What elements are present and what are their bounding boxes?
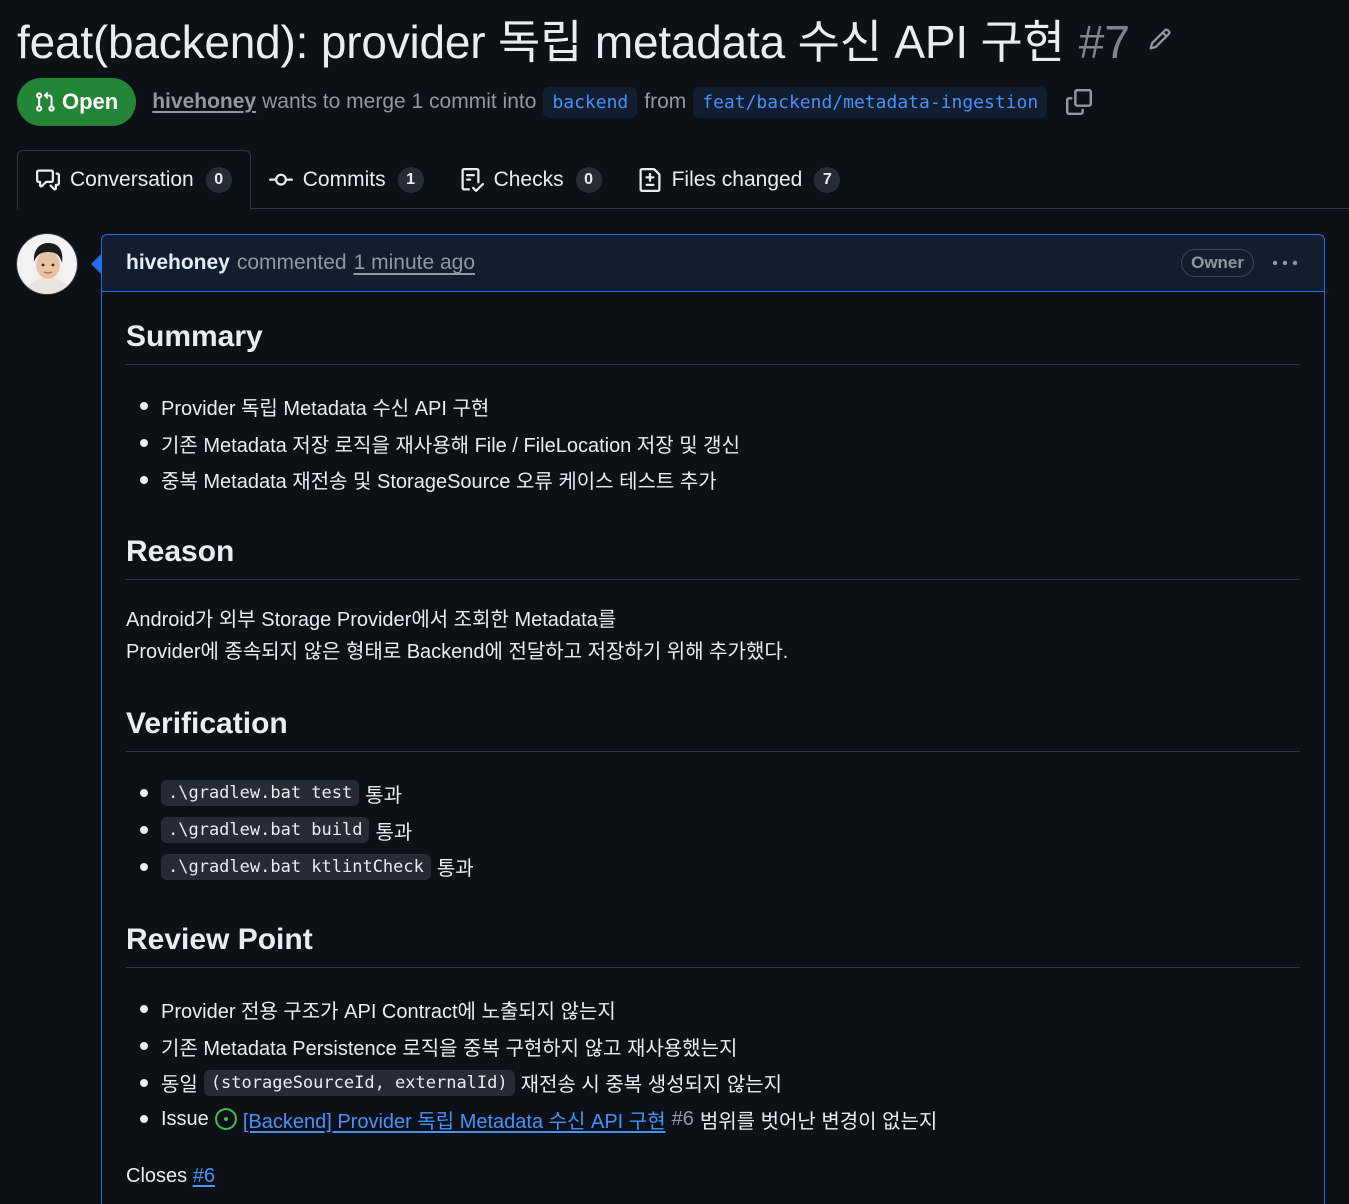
tab-conversation[interactable]: Conversation 0: [17, 150, 251, 210]
pr-merge-info: hivehoney wants to merge 1 commit into b…: [152, 86, 1093, 118]
heading-verification: Verification: [126, 707, 1300, 752]
list-item: .\gradlew.bat test 통과: [137, 775, 474, 812]
pr-meta-row: Open hivehoney wants to merge 1 commit i…: [17, 78, 1093, 126]
inline-code: (storageSourceId, externalId): [203, 1069, 515, 1096]
inline-code: .\gradlew.bat test: [161, 780, 360, 807]
merge-text: wants to merge 1 commit into: [262, 90, 537, 113]
tab-conversation-count: 0: [205, 167, 232, 193]
base-branch[interactable]: backend: [543, 86, 638, 118]
issue-number: #6: [671, 1107, 694, 1130]
reason-line: Android가 외부 Storage Provider에서 조회한 Metad…: [126, 609, 617, 631]
review-text: 재전송 시 중복 생성되지 않는지: [520, 1074, 783, 1097]
comment-pointer: [91, 254, 101, 274]
pr-number: #7: [1078, 16, 1130, 68]
result-text: 통과: [365, 784, 403, 807]
pr-author-link[interactable]: hivehoney: [152, 90, 256, 114]
file-diff-icon: [639, 167, 661, 192]
list-item: Provider 독립 Metadata 수신 API 구현: [137, 388, 740, 425]
head-branch[interactable]: feat/backend/metadata-ingestion: [693, 86, 1048, 118]
reason-paragraph: Android가 외부 Storage Provider에서 조회한 Metad…: [126, 604, 788, 668]
review-text: Issue: [161, 1107, 209, 1130]
pr-state-badge: Open: [17, 78, 137, 126]
comment-timestamp[interactable]: 1 minute ago: [354, 251, 475, 275]
tab-files-changed-label: Files changed: [671, 167, 803, 191]
review-point-list: Provider 전용 구조가 API Contract에 노출되지 않는지 기…: [137, 991, 937, 1138]
closes-line: Closes #6: [126, 1160, 215, 1192]
closes-text: Closes: [126, 1165, 188, 1187]
heading-reason: Reason: [126, 535, 1300, 580]
verification-list: .\gradlew.bat test 통과 .\gradlew.bat build…: [137, 775, 474, 885]
comment-author[interactable]: hivehoney: [126, 251, 230, 275]
heading-summary: Summary: [126, 320, 1300, 365]
comment-header: hivehoney commented 1 minute ago Owner: [102, 235, 1324, 292]
list-item: 중복 Metadata 재전송 및 StorageSource 오류 케이스 테…: [137, 461, 740, 498]
result-text: 통과: [436, 858, 474, 881]
review-text: 동일: [161, 1074, 198, 1097]
list-item: .\gradlew.bat ktlintCheck 통과: [137, 848, 474, 885]
git-pull-request-icon: [36, 91, 55, 112]
tab-checks-count: 0: [575, 166, 602, 193]
tab-commits-count: 1: [397, 166, 424, 193]
checklist-icon: [461, 167, 484, 192]
tab-files-changed[interactable]: Files changed 7: [620, 150, 859, 209]
list-item: Provider 전용 구조가 API Contract에 노출되지 않는지: [137, 991, 937, 1028]
list-item: Issue [Backend] Provider 독립 Metadata 수신 …: [137, 1101, 937, 1138]
pencil-icon[interactable]: [1148, 27, 1172, 51]
reason-line: Provider에 종속되지 않은 형태로 Backend에 전달하고 저장하기…: [126, 641, 789, 663]
closes-issue-link[interactable]: #6: [193, 1165, 215, 1187]
tab-commits[interactable]: Commits 1: [251, 150, 442, 209]
list-item: 기존 Metadata Persistence 로직을 중복 구현하지 않고 재…: [137, 1028, 937, 1065]
summary-list: Provider 독립 Metadata 수신 API 구현 기존 Metada…: [137, 388, 740, 498]
tab-commits-label: Commits: [302, 167, 386, 191]
list-item: 기존 Metadata 저장 로직을 재사용해 File / FileLocat…: [137, 425, 740, 462]
issue-link[interactable]: [Backend] Provider 독립 Metadata 수신 API 구현: [243, 1105, 666, 1134]
result-text: 통과: [375, 821, 413, 844]
comment-discussion-icon: [36, 169, 60, 191]
pr-title-row: feat(backend): provider 독립 metadata 수신 A…: [17, 6, 1172, 72]
from-text: from: [644, 90, 687, 113]
tab-checks-label: Checks: [493, 167, 564, 191]
git-commit-icon: [268, 173, 293, 186]
list-item: .\gradlew.bat build 통과: [137, 812, 474, 849]
owner-badge: Owner: [1181, 249, 1254, 277]
pr-state-label: Open: [62, 89, 119, 114]
comment-verb: commented: [236, 251, 347, 274]
tab-checks[interactable]: Checks 0: [442, 150, 620, 209]
inline-code: .\gradlew.bat ktlintCheck: [161, 853, 431, 880]
review-text: 범위를 벗어난 변경이 없는지: [699, 1110, 938, 1133]
copy-icon[interactable]: [1066, 89, 1093, 115]
heading-review-point: Review Point: [126, 923, 1300, 968]
tab-files-changed-count: 7: [814, 166, 841, 193]
tab-conversation-label: Conversation: [70, 168, 194, 191]
list-item: 동일 (storageSourceId, externalId) 재전송 시 중…: [137, 1064, 937, 1101]
kebab-menu-icon[interactable]: [1270, 253, 1300, 273]
inline-code: .\gradlew.bat build: [161, 817, 370, 844]
avatar-portrait-icon: [17, 234, 77, 294]
avatar[interactable]: [16, 233, 78, 295]
issue-opened-icon: [214, 1108, 237, 1131]
pr-title: feat(backend): provider 독립 metadata 수신 A…: [17, 16, 1065, 68]
pr-tabs: Conversation 0 Commits 1 Checks 0 Files …: [17, 150, 1349, 210]
